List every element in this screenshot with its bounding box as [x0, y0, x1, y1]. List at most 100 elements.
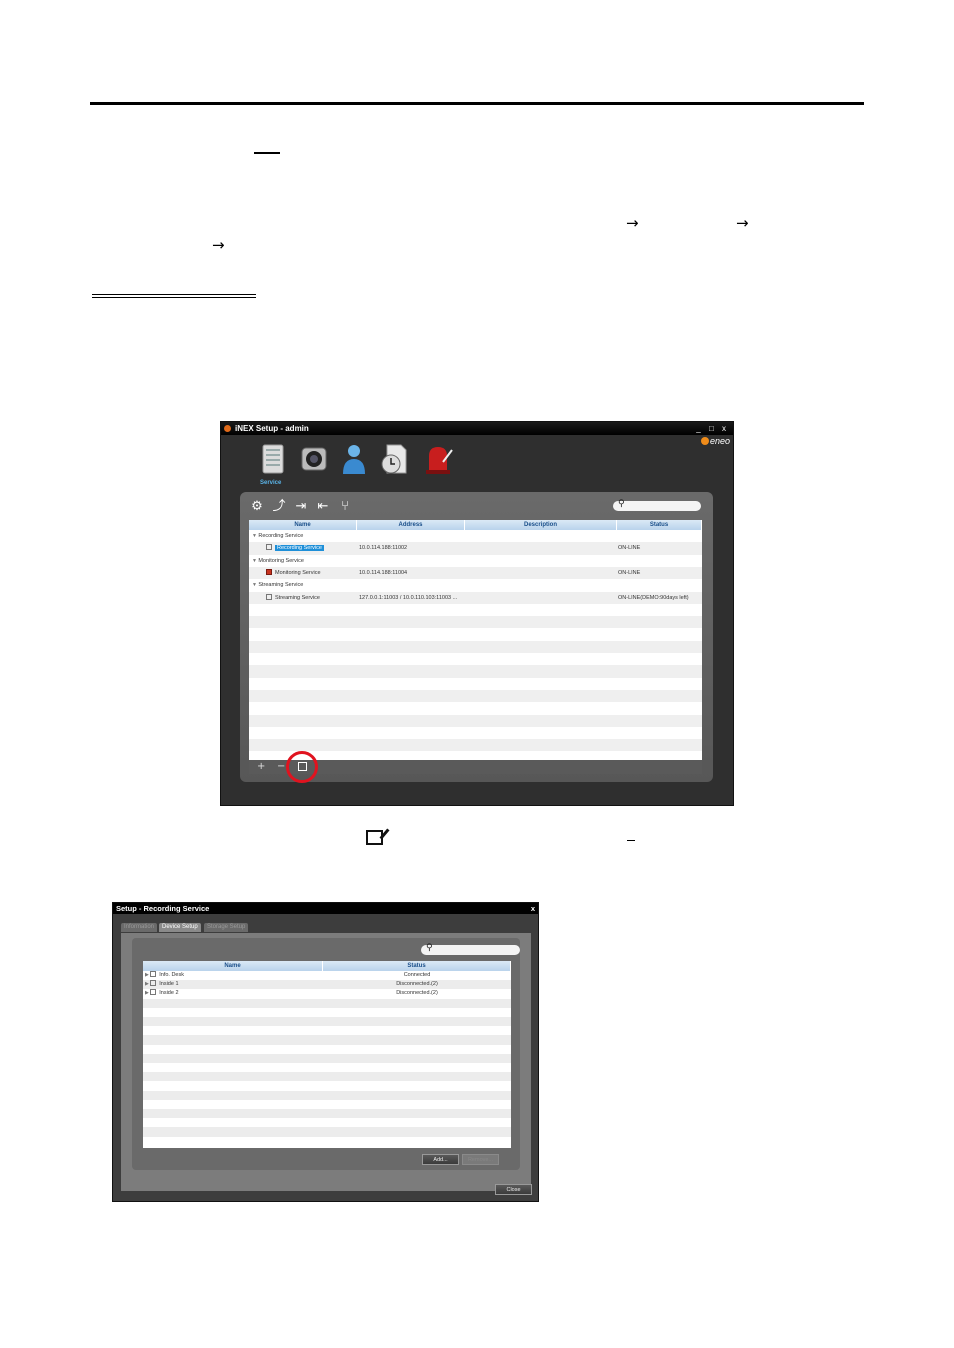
edit-icon — [366, 830, 383, 845]
user-icon[interactable] — [339, 442, 369, 476]
service-label: Monitoring Service — [275, 569, 321, 576]
import-icon[interactable]: ⇥ — [294, 500, 308, 514]
setup-recording-service-dialog: Setup - Recording Service x Information … — [112, 902, 539, 1202]
column-header-name[interactable]: Name — [143, 961, 323, 971]
export-icon[interactable]: ⇤ — [316, 500, 330, 514]
remove-device-button[interactable]: Remove... — [462, 1154, 499, 1165]
table-row[interactable]: ▶ Info. Desk Connected — [143, 971, 511, 980]
table-row[interactable] — [143, 1008, 511, 1017]
status-cell: ON-LINE(DEMO:90days left) — [618, 594, 689, 601]
table-row[interactable]: Monitoring Service 10.0.114.188:11004 ON-L… — [249, 566, 702, 580]
table-row[interactable] — [143, 1137, 511, 1146]
search-input[interactable]: ⚲ — [613, 499, 701, 511]
table-row[interactable] — [143, 1118, 511, 1127]
table-row[interactable]: ▶ Inside 2 Disconnected.(2) — [143, 989, 511, 998]
device-label: Info. Desk — [159, 972, 184, 978]
remove-service-button[interactable]: − — [277, 760, 285, 774]
title-dash — [254, 152, 280, 154]
window-controls[interactable]: _ □ x — [696, 422, 729, 435]
tab-device-setup[interactable]: Device Setup — [159, 923, 201, 932]
table-row[interactable]: ▼ Streaming Service — [249, 579, 702, 591]
service-label: Streaming Service — [275, 594, 320, 601]
table-row[interactable] — [249, 628, 702, 640]
add-device-button[interactable]: Add... — [422, 1154, 459, 1165]
close-icon[interactable]: x — [531, 903, 535, 914]
tab-information[interactable]: Information — [121, 923, 158, 932]
group-name: ▼ Monitoring Service — [252, 555, 304, 567]
close-button[interactable]: Close — [495, 1184, 532, 1195]
table-row[interactable] — [249, 678, 702, 690]
menu-arrow: → — [626, 214, 639, 232]
service-icon — [266, 544, 272, 551]
table-row[interactable] — [143, 1127, 511, 1137]
table-row[interactable] — [143, 1072, 511, 1082]
table-row[interactable] — [143, 1090, 511, 1100]
table-row[interactable]: ▶ Inside 1 Disconnected.(2) — [143, 980, 511, 990]
table-row[interactable] — [249, 604, 702, 616]
status-cell: ON-LINE — [618, 545, 641, 552]
service-icon — [266, 593, 272, 600]
dialog-title: Setup - Recording Service — [116, 904, 210, 913]
device-name-cell: ▶ Inside 2 — [145, 989, 179, 998]
table-row[interactable] — [249, 702, 702, 714]
table-row[interactable] — [143, 1081, 511, 1090]
header-rule — [90, 102, 864, 105]
table-row[interactable] — [249, 640, 702, 653]
logo-text: eneo — [710, 436, 731, 446]
table-row[interactable] — [143, 1063, 511, 1072]
menu-arrow: → — [736, 214, 749, 232]
table-row[interactable] — [143, 1053, 511, 1063]
upload-icon[interactable]: ⤴ — [272, 500, 286, 514]
address-cell: 127.0.0.1:11003 / 10.0.110.103:11003 ... — [359, 594, 458, 601]
device-setup-panel: ⚲ Name Status ▶ Info. Desk Connected ▶ Ins… — [121, 933, 532, 1195]
table-row[interactable] — [249, 689, 702, 703]
section-underline — [92, 294, 256, 298]
status-cell: Connected — [403, 972, 431, 978]
add-service-button[interactable]: + — [257, 760, 265, 774]
table-row[interactable]: Recording Service 10.0.114.188:11002 ON-LI… — [249, 542, 702, 555]
nav-label-service: Service — [260, 480, 282, 486]
table-row[interactable] — [143, 998, 511, 1008]
table-row[interactable] — [143, 1045, 511, 1054]
table-row[interactable] — [249, 751, 702, 760]
settings-gear-icon[interactable]: ⚙ — [250, 500, 264, 514]
table-row[interactable] — [249, 727, 702, 739]
service-table: Name Address Description Status ▼ Record… — [249, 520, 702, 760]
column-header-status[interactable]: Status — [323, 961, 511, 971]
table-row[interactable] — [143, 1035, 511, 1045]
table-row[interactable] — [249, 665, 702, 678]
column-header-address[interactable]: Address — [357, 520, 465, 530]
table-row[interactable] — [143, 1109, 511, 1119]
table-row[interactable] — [143, 1026, 511, 1035]
device-label: Inside 2 — [159, 990, 179, 997]
table-row[interactable] — [143, 1017, 511, 1027]
device-name-cell: ▶ Info. Desk — [145, 971, 184, 980]
search-input[interactable]: ⚲ — [421, 943, 520, 955]
column-header-description[interactable]: Description — [465, 520, 617, 530]
service-panel: ⚙ ⤴ ⇥ ⇤ ⑂ ⚲ Name Address Description Sta… — [240, 492, 713, 782]
table-row[interactable] — [249, 714, 702, 727]
text-dash — [627, 840, 635, 841]
service-name: Streaming Service — [266, 592, 320, 604]
alarm-siren-icon[interactable] — [423, 442, 453, 476]
column-header-status[interactable]: Status — [617, 520, 702, 530]
table-row[interactable] — [249, 653, 702, 665]
table-row[interactable] — [143, 1100, 511, 1109]
service-server-icon[interactable] — [259, 442, 289, 476]
table-row[interactable] — [249, 616, 702, 629]
network-branch-icon[interactable]: ⑂ — [338, 500, 352, 514]
group-name: ▼ Streaming Service — [252, 579, 303, 591]
camera-icon[interactable] — [299, 442, 329, 476]
search-icon: ⚲ — [426, 943, 433, 953]
table-row[interactable]: Streaming Service 127.0.0.1:11003 / 10.0.… — [249, 591, 702, 604]
column-header-name[interactable]: Name — [249, 520, 357, 530]
table-row[interactable]: ▼ Monitoring Service — [249, 555, 702, 567]
device-label: Inside 1 — [159, 981, 179, 988]
table-row[interactable] — [249, 739, 702, 752]
tab-storage-setup[interactable]: Storage Setup — [204, 923, 249, 932]
group-label: Monitoring Service — [258, 557, 304, 564]
schedule-clock-icon[interactable] — [379, 442, 409, 476]
service-name: Recording Service — [266, 542, 324, 554]
table-row[interactable]: ▼ Recording Service — [249, 530, 702, 542]
status-cell: ON-LINE — [618, 569, 641, 576]
